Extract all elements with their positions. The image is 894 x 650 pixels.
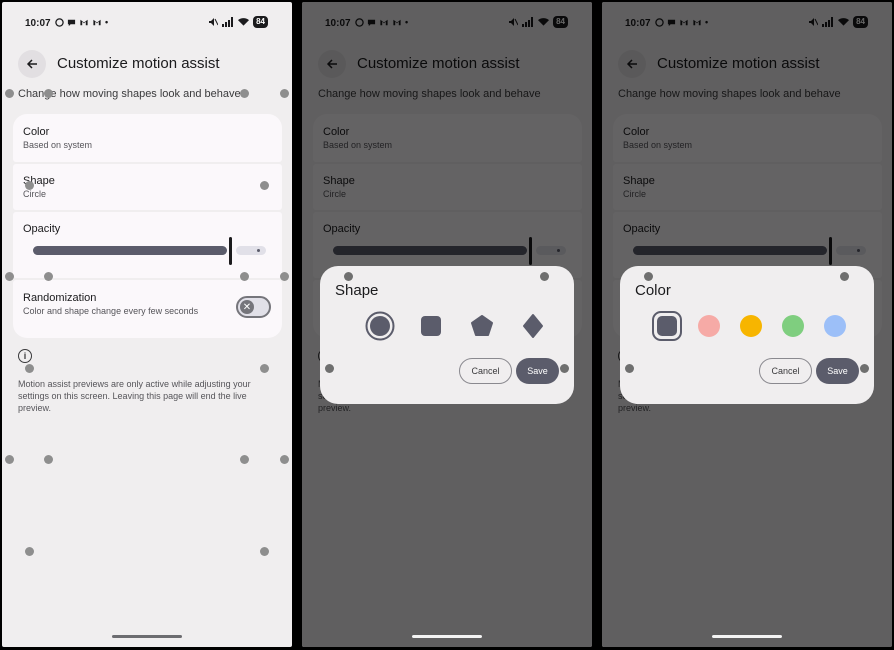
shape-option-diamond-icon[interactable] <box>507 312 558 340</box>
app-bar: Customize motion assist <box>2 50 292 80</box>
dialog-title: Color <box>635 282 671 299</box>
color-setting-value: Based on system <box>23 140 93 150</box>
cancel-button[interactable]: Cancel <box>759 358 812 384</box>
save-button[interactable]: Save <box>516 358 559 384</box>
save-button[interactable]: Save <box>816 358 859 384</box>
opacity-setting: Opacity <box>13 212 282 278</box>
opacity-setting-title: Opacity <box>23 223 61 235</box>
touch-indicator <box>560 364 569 373</box>
touch-indicator <box>44 272 53 281</box>
touch-indicator <box>5 89 14 98</box>
randomization-title: Randomization <box>23 292 97 304</box>
color-option-4[interactable] <box>814 312 856 340</box>
touch-indicator <box>644 272 653 281</box>
shape-option-circle-icon[interactable] <box>354 311 405 341</box>
opacity-slider-end-dot <box>257 249 260 252</box>
touch-indicator <box>240 455 249 464</box>
shape-setting-value: Circle <box>23 189 47 199</box>
color-option-2[interactable] <box>730 312 772 340</box>
opacity-slider-rest[interactable] <box>236 246 266 255</box>
system-icons: 84 <box>208 16 268 28</box>
dialog-title: Shape <box>335 282 379 299</box>
touch-indicator <box>260 547 269 556</box>
shape-options <box>354 311 558 341</box>
randomization-toggle[interactable]: ✕ <box>236 296 271 318</box>
screen-color-dialog: 10:07 • 84 Customize motion assist Chang… <box>602 2 892 647</box>
whatsapp-icon <box>55 17 64 27</box>
touch-indicator <box>44 89 53 98</box>
color-setting[interactable]: Color Based on system <box>13 114 282 162</box>
close-icon: ✕ <box>240 300 254 314</box>
touch-indicator <box>280 272 289 281</box>
touch-indicator <box>860 364 869 373</box>
cancel-button[interactable]: Cancel <box>459 358 512 384</box>
back-button[interactable] <box>18 50 46 78</box>
touch-indicator <box>344 272 353 281</box>
chat-icon <box>67 19 76 26</box>
screen-settings: 10:07 • 84 Customize motion assist Chang… <box>2 2 292 647</box>
gmail-icon <box>80 19 88 25</box>
touch-indicator <box>280 89 289 98</box>
wifi-icon <box>238 18 250 26</box>
touch-indicator <box>5 272 14 281</box>
home-indicator[interactable] <box>112 635 182 638</box>
more-notifications-icon: • <box>105 17 109 27</box>
signal-icon <box>222 17 234 27</box>
shape-option-square-icon[interactable] <box>405 312 456 340</box>
opacity-slider-track[interactable] <box>33 246 227 255</box>
status-time: 10:07 <box>25 18 51 29</box>
shape-option-pentagon-icon[interactable] <box>456 312 507 340</box>
info-icon: i <box>18 349 32 363</box>
opacity-slider-thumb[interactable] <box>229 237 232 265</box>
info-text: Motion assist previews are only active w… <box>18 379 251 413</box>
touch-indicator <box>260 364 269 373</box>
touch-indicator <box>540 272 549 281</box>
color-option-1[interactable] <box>688 312 730 340</box>
mute-icon <box>209 18 219 26</box>
touch-indicator <box>25 547 34 556</box>
screen-shape-dialog: 10:07 • 84 Customize motion assist Chang… <box>302 2 592 647</box>
gmail-icon <box>93 19 101 25</box>
randomization-setting[interactable]: Randomization Color and shape change eve… <box>13 280 282 338</box>
touch-indicator <box>240 89 249 98</box>
shape-setting[interactable]: Shape Circle <box>13 164 282 210</box>
arrow-left-icon <box>26 59 37 69</box>
color-dialog: Color Cancel Save <box>620 266 874 404</box>
touch-indicator <box>25 364 34 373</box>
home-indicator[interactable] <box>412 635 482 638</box>
color-option-0[interactable] <box>646 311 688 341</box>
randomization-description: Color and shape change every few seconds <box>23 306 199 316</box>
status-bar: 10:07 • 84 <box>2 16 292 32</box>
touch-indicator <box>625 364 634 373</box>
battery-icon: 84 <box>253 16 268 28</box>
touch-indicator <box>240 272 249 281</box>
color-options <box>646 311 856 341</box>
touch-indicator <box>5 455 14 464</box>
shape-dialog: Shape Cancel Save <box>320 266 574 404</box>
touch-indicator <box>280 455 289 464</box>
touch-indicator <box>25 181 34 190</box>
notification-icons: • <box>55 17 108 27</box>
home-indicator[interactable] <box>712 635 782 638</box>
color-option-3[interactable] <box>772 312 814 340</box>
page-title: Customize motion assist <box>57 55 220 72</box>
color-setting-title: Color <box>23 126 50 138</box>
touch-indicator <box>325 364 334 373</box>
touch-indicator <box>260 181 269 190</box>
touch-indicator <box>840 272 849 281</box>
touch-indicator <box>44 455 53 464</box>
